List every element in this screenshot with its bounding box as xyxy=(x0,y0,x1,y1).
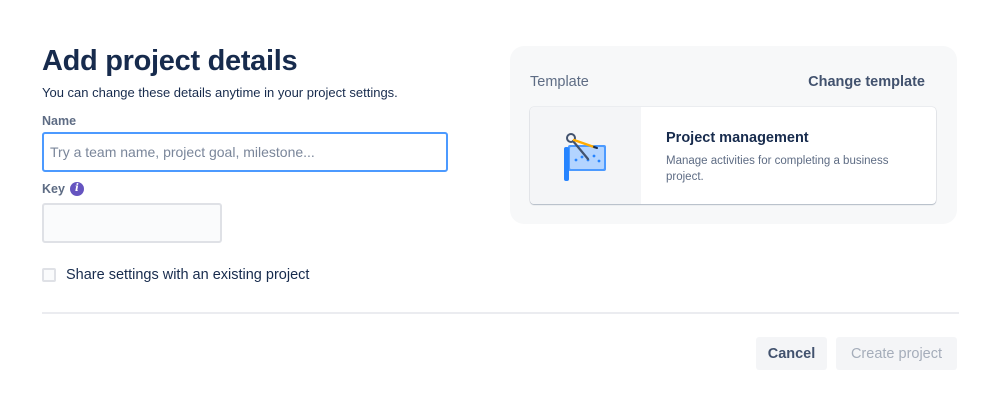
blueprint-icon xyxy=(564,133,606,181)
page-title: Add project details xyxy=(42,45,298,77)
create-project-button[interactable]: Create project xyxy=(836,337,957,370)
info-icon[interactable]: i xyxy=(69,182,84,196)
project-management-illustration xyxy=(530,107,641,204)
key-input[interactable] xyxy=(42,203,222,243)
template-card-title: Project management xyxy=(666,130,809,146)
share-settings-row[interactable]: Share settings with an existing project xyxy=(42,265,309,285)
share-settings-checkbox[interactable] xyxy=(42,268,56,282)
name-input[interactable] xyxy=(42,132,448,172)
create-project-page: Add project details You can change these… xyxy=(0,0,999,401)
template-label: Template xyxy=(530,74,589,90)
template-panel: Template Change template Project managem… xyxy=(510,46,957,224)
template-card-description: Manage activities for completing a busin… xyxy=(666,155,889,183)
footer-divider xyxy=(42,312,959,314)
page-subtitle: You can change these details anytime in … xyxy=(42,85,398,100)
key-label-row: Key i xyxy=(42,181,84,197)
name-label: Name xyxy=(42,114,77,128)
share-settings-label[interactable]: Share settings with an existing project xyxy=(66,265,309,285)
cancel-button[interactable]: Cancel xyxy=(756,337,827,370)
key-label: Key xyxy=(42,182,65,196)
template-card[interactable]: Project management Manage activities for… xyxy=(530,107,936,204)
change-template-button[interactable]: Change template xyxy=(808,73,925,91)
